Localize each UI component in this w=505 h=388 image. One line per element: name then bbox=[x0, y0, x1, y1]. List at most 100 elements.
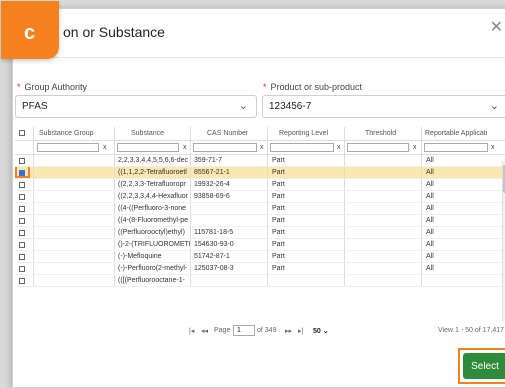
table-row[interactable]: ((4-(8-Fluoromethyl-pe Part All bbox=[15, 215, 505, 227]
page-total: of 349 bbox=[257, 327, 277, 334]
cell-threshold bbox=[346, 263, 420, 274]
cell-cas-number: 19932-26-4 bbox=[194, 181, 230, 188]
row-checkbox-cell[interactable] bbox=[15, 251, 33, 262]
cell-substance-group bbox=[37, 191, 113, 202]
row-checkbox-cell[interactable] bbox=[15, 275, 33, 286]
cell-threshold bbox=[346, 227, 420, 238]
cell-threshold bbox=[346, 155, 420, 166]
cell-substance-group bbox=[37, 167, 113, 178]
clear-filter-icon[interactable]: x bbox=[183, 142, 187, 154]
row-checkbox[interactable] bbox=[19, 230, 25, 236]
required-marker: * bbox=[17, 82, 21, 92]
group-authority-label-text: Group Authority bbox=[24, 82, 88, 92]
cell-reporting-level: Part bbox=[272, 241, 285, 248]
table-row[interactable]: 2,2,3,3,4,4,5,5,6,6-dec 359-71-7 Part All bbox=[15, 155, 505, 167]
row-checkbox[interactable] bbox=[19, 182, 25, 188]
grid-body: 2,2,3,3,4,4,5,5,6,6-dec 359-71-7 Part All((… bbox=[15, 155, 505, 287]
clear-filter-icon[interactable]: x bbox=[491, 142, 495, 154]
cell-reporting-level bbox=[270, 275, 342, 286]
row-checkbox-cell[interactable] bbox=[15, 191, 33, 202]
col-header-substance-group[interactable]: Substance Group bbox=[37, 127, 113, 140]
row-checkbox[interactable] bbox=[19, 206, 25, 212]
select-button-highlight: Select bbox=[458, 348, 505, 384]
page-size-select[interactable]: 50 ⌄ bbox=[313, 327, 329, 335]
table-row[interactable]: ((2,2,3,3,4,4-Hexafluor 93858-69-6 Part All bbox=[15, 191, 505, 203]
select-all-cell[interactable] bbox=[15, 127, 33, 140]
cell-substance-group bbox=[37, 203, 113, 214]
cell-cas-number: 51742-87-1 bbox=[194, 253, 230, 260]
cell-threshold bbox=[346, 179, 420, 190]
cell-reportable-application: All bbox=[426, 217, 434, 224]
close-icon[interactable]: ✕ bbox=[490, 17, 503, 37]
table-row[interactable]: ((4-((Perfluoro-3-none Part All bbox=[15, 203, 505, 215]
cell-reporting-level: Part bbox=[272, 181, 285, 188]
table-row[interactable]: (([(Perfluorooctane-1- bbox=[15, 275, 505, 287]
row-checkbox-cell[interactable] bbox=[15, 167, 33, 178]
table-row[interactable]: ()-2-(TRIFLUOROMETI 154630-93-0 Part All bbox=[15, 239, 505, 251]
cell-reportable-application: All bbox=[426, 229, 434, 236]
product-label-text: Product or sub-product bbox=[270, 82, 363, 92]
row-checkbox[interactable] bbox=[19, 218, 25, 224]
col-header-cas-number[interactable]: CAS Number bbox=[205, 127, 269, 140]
filter-reporting-level[interactable] bbox=[270, 143, 334, 152]
table-row[interactable]: ((2,2,3,3-Tetrafluoropr 19932-26-4 Part All bbox=[15, 179, 505, 191]
cell-substance-group bbox=[37, 239, 113, 250]
page-size-value: 50 bbox=[313, 328, 321, 335]
col-header-reporting-level[interactable]: Reporting Level bbox=[277, 127, 349, 140]
product-value: 123456-7 bbox=[269, 101, 312, 112]
product-select[interactable]: 123456-7 ⌄ bbox=[262, 95, 505, 118]
row-checkbox-cell[interactable] bbox=[15, 155, 33, 166]
row-checkbox[interactable] bbox=[19, 158, 25, 164]
row-checkbox[interactable] bbox=[19, 242, 25, 248]
row-checkbox[interactable] bbox=[19, 194, 25, 200]
filter-substance[interactable] bbox=[117, 143, 179, 152]
table-row[interactable]: ((Perfluorooctyl)ethyl) 115781-18-5 Part Al… bbox=[15, 227, 505, 239]
table-row[interactable]: (-)-Mefloquine 51742-87-1 Part All bbox=[15, 251, 505, 263]
row-checkbox[interactable] bbox=[19, 254, 25, 260]
prev-page-icon[interactable]: ◂◂ bbox=[201, 327, 208, 335]
cell-cas-number bbox=[192, 203, 266, 214]
table-row[interactable]: (-)-Perfluoro(2-methyl- 125037-08-3 Part Al… bbox=[15, 263, 505, 275]
row-checkbox-cell[interactable] bbox=[15, 179, 33, 190]
clear-filter-icon[interactable]: x bbox=[103, 142, 107, 154]
cell-reportable-application: All bbox=[426, 265, 434, 272]
filter-threshold[interactable] bbox=[347, 143, 409, 152]
group-authority-select[interactable]: PFAS ⌄ bbox=[15, 95, 257, 118]
col-header-threshold[interactable]: Threshold bbox=[363, 127, 419, 140]
grid-pager: |◂ ◂◂ Page 1 of 349 ▸▸ ▸| 50 ⌄ View 1 - … bbox=[13, 323, 505, 339]
first-page-icon[interactable]: |◂ bbox=[189, 327, 194, 335]
col-header-reportable-application[interactable]: Reportable Applicati bbox=[423, 127, 505, 140]
select-all-checkbox[interactable] bbox=[19, 130, 25, 136]
row-checkbox-cell[interactable] bbox=[15, 203, 33, 214]
clear-filter-icon[interactable]: x bbox=[260, 142, 264, 154]
filter-cas-number[interactable] bbox=[193, 143, 257, 152]
row-checkbox-cell[interactable] bbox=[15, 239, 33, 250]
row-checkbox-cell[interactable] bbox=[15, 227, 33, 238]
row-checkbox-cell[interactable] bbox=[15, 215, 33, 226]
row-checkbox[interactable] bbox=[19, 278, 25, 284]
cell-threshold bbox=[346, 215, 420, 226]
cell-reportable-application: All bbox=[426, 169, 434, 176]
cell-substance-group bbox=[37, 275, 113, 286]
substance-grid: Substance Group Substance CAS Number Rep… bbox=[15, 127, 505, 329]
table-row[interactable]: ((1,1,2,2-Tetrafluoroetl 85567-21-1 Part Al… bbox=[15, 167, 505, 179]
chevron-down-icon: ⌄ bbox=[238, 100, 248, 112]
filter-substance-group[interactable] bbox=[37, 143, 99, 152]
last-page-icon[interactable]: ▸| bbox=[298, 327, 303, 335]
product-label: * Product or sub-product bbox=[263, 82, 362, 92]
cell-substance: ((4-((Perfluoro-3-none bbox=[118, 205, 187, 212]
col-header-substance[interactable]: Substance bbox=[129, 127, 189, 140]
cell-reportable-application: All bbox=[426, 193, 434, 200]
page-input[interactable]: 1 bbox=[233, 325, 255, 336]
clear-filter-icon[interactable]: x bbox=[337, 142, 341, 154]
row-checkbox-cell[interactable] bbox=[15, 263, 33, 274]
filter-reportable-application[interactable] bbox=[424, 143, 488, 152]
cell-substance: ((Perfluorooctyl)ethyl) bbox=[118, 229, 185, 236]
cell-reporting-level: Part bbox=[272, 253, 285, 260]
clear-filter-icon[interactable]: x bbox=[413, 142, 417, 154]
pager-summary: View 1 - 50 of 17,417 bbox=[438, 327, 505, 334]
row-checkbox[interactable] bbox=[19, 266, 25, 272]
cell-substance: ((4-(8-Fluoromethyl-pe bbox=[118, 217, 189, 224]
next-page-icon[interactable]: ▸▸ bbox=[285, 327, 292, 335]
select-button[interactable]: Select bbox=[463, 353, 505, 379]
